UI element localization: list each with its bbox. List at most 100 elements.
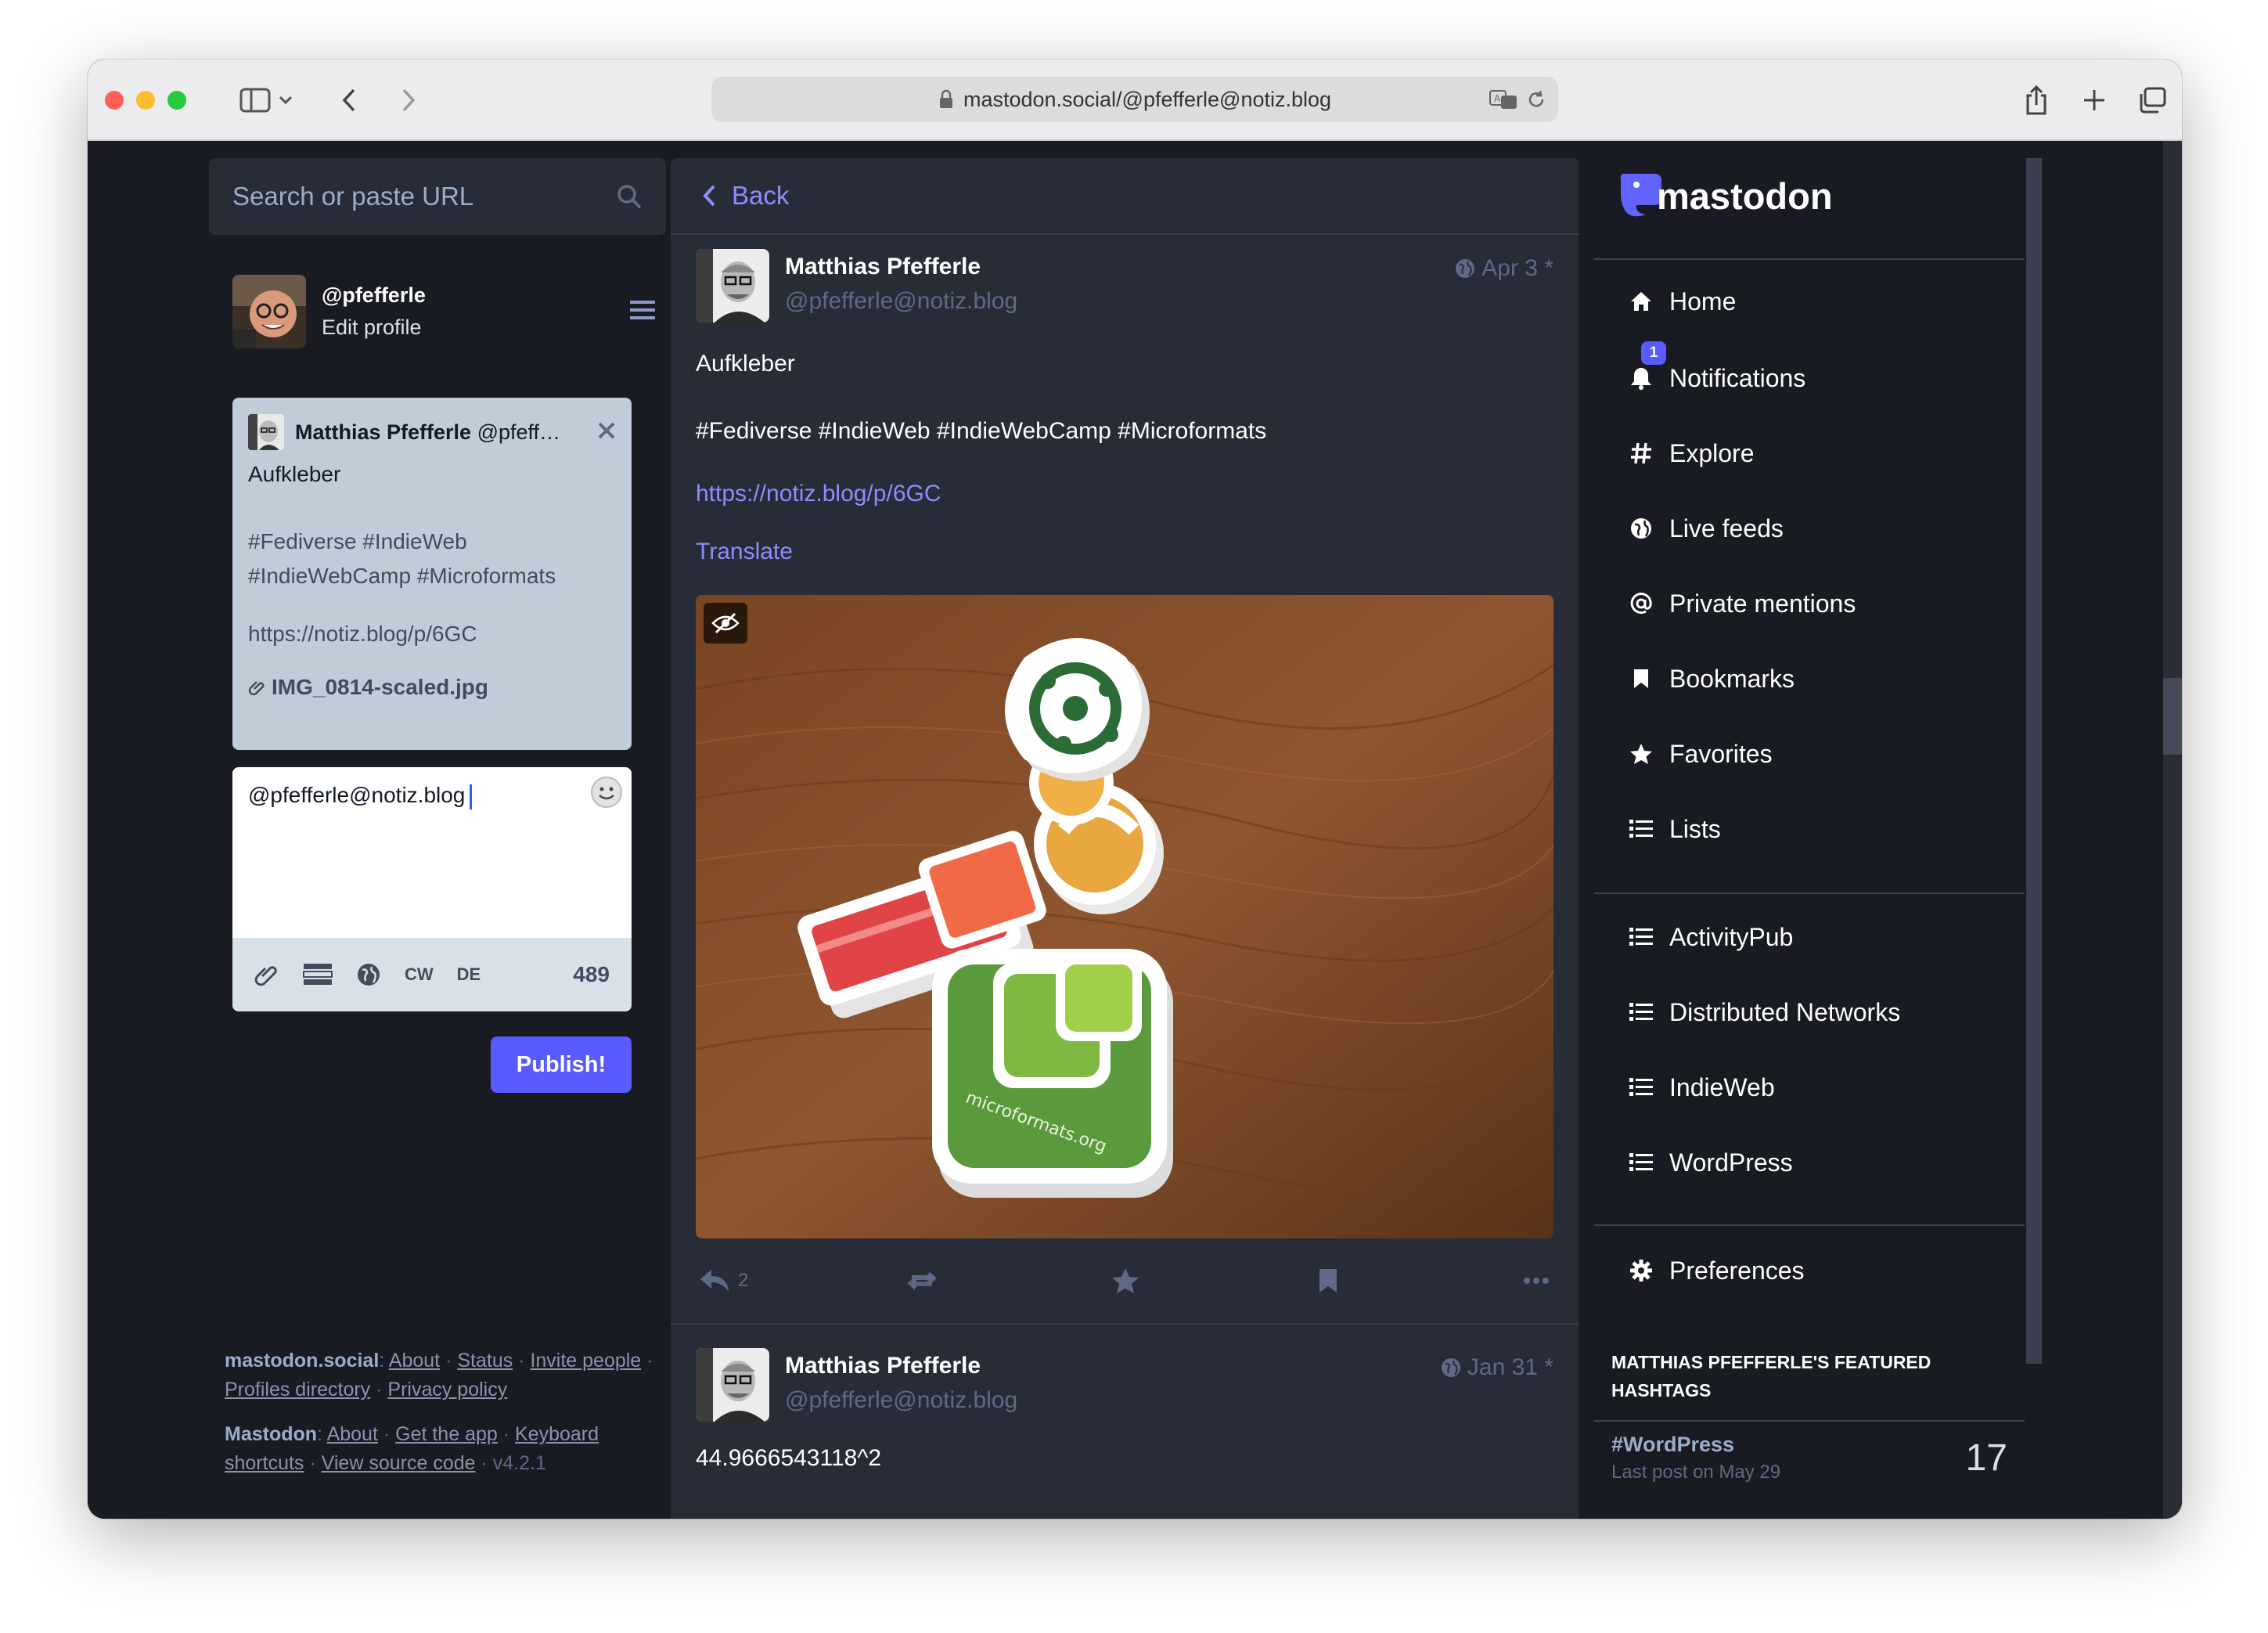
status-link[interactable]: https://notiz.blog/p/6GC: [696, 481, 1553, 507]
address-bar[interactable]: mastodon.social/@pfefferle@notiz.blog A: [711, 77, 1558, 122]
nav-notifications[interactable]: 1 Notifications: [1594, 341, 2025, 406]
nav-home[interactable]: Home: [1594, 274, 2025, 329]
reply-button[interactable]: 2: [699, 1268, 793, 1293]
reply-text: Aufkleber: [248, 462, 341, 486]
compose-form: @pfefferle@notiz.blog CW DE 489: [232, 767, 632, 1011]
share-icon[interactable]: [2018, 81, 2055, 119]
zoom-window-button[interactable]: [167, 91, 186, 110]
minimize-window-button[interactable]: [136, 91, 155, 110]
favorite-button[interactable]: [1111, 1267, 1205, 1294]
footer-get-app-link[interactable]: Get the app: [395, 1423, 498, 1445]
bookmark-icon: [1319, 1269, 1337, 1292]
sidebar-toggle-icon[interactable]: [236, 81, 274, 119]
nav-label: Live feeds: [1669, 514, 1784, 543]
compose-text: @pfefferle@notiz.blog: [248, 783, 466, 807]
nav-lists[interactable]: Lists: [1594, 802, 2025, 856]
reply-hashtags: #Fediverse #IndieWeb #IndieWebCamp #Micr…: [248, 529, 556, 588]
featured-hashtag-item[interactable]: #WordPress Last post on May 29 17: [1594, 1422, 2025, 1494]
tab-overview-icon[interactable]: [2133, 81, 2171, 119]
new-tab-icon[interactable]: [2075, 81, 2113, 119]
account-handle[interactable]: @pfefferle: [322, 283, 630, 308]
star-icon: [1629, 741, 1654, 766]
footer-status-link[interactable]: Status: [457, 1350, 513, 1372]
nav-private-mentions[interactable]: Private mentions: [1594, 576, 2025, 631]
star-icon: [1112, 1268, 1139, 1293]
nav-favorites[interactable]: Favorites: [1594, 726, 2025, 781]
nav-preferences[interactable]: Preferences: [1594, 1243, 2025, 1298]
notification-badge: 1: [1641, 341, 1666, 365]
boost-button[interactable]: [905, 1269, 999, 1292]
status-acct[interactable]: @pfefferle@notiz.blog: [785, 288, 1455, 315]
character-counter: 489: [573, 962, 610, 986]
reply-indicator: Matthias Pfefferle @pfeff… Aufkleber #Fe…: [232, 398, 632, 750]
status-avatar[interactable]: [696, 1348, 769, 1422]
nav-list-wordpress[interactable]: WordPress: [1594, 1135, 2025, 1190]
lock-icon: [939, 89, 952, 108]
status-media-image[interactable]: microformats.org: [696, 595, 1553, 1238]
status-item[interactable]: Matthias Pfefferle @pfefferle@notiz.blog…: [671, 1325, 1579, 1472]
status-timestamp[interactable]: Jan 31 *: [1441, 1348, 1553, 1381]
account-avatar[interactable]: [232, 275, 306, 348]
nav-list-indieweb[interactable]: IndieWeb: [1594, 1060, 2025, 1115]
status-hashtags[interactable]: #Fediverse #IndieWeb #IndieWebCamp #Micr…: [696, 418, 1553, 445]
edit-profile-link[interactable]: Edit profile: [322, 315, 630, 340]
status-display-name[interactable]: Matthias Pfefferle: [785, 1353, 1441, 1379]
publish-button[interactable]: Publish!: [491, 1036, 632, 1093]
status-avatar[interactable]: [696, 249, 769, 323]
nav-label: WordPress: [1669, 1148, 1793, 1177]
menu-icon[interactable]: [630, 299, 655, 325]
content-warning-button[interactable]: CW: [405, 964, 434, 985]
nav-scrollbar[interactable]: [2026, 158, 2042, 1364]
visibility-globe-icon[interactable]: [356, 962, 381, 987]
nav-label: Bookmarks: [1669, 664, 1795, 693]
nav-bookmarks[interactable]: Bookmarks: [1594, 651, 2025, 706]
translate-button[interactable]: Translate: [696, 539, 1553, 565]
reload-icon[interactable]: [1525, 88, 1547, 116]
status-acct[interactable]: @pfefferle@notiz.blog: [785, 1387, 1441, 1414]
reply-count: 2: [738, 1270, 749, 1291]
close-icon[interactable]: [597, 421, 616, 444]
footer-brand: Mastodon: [225, 1423, 318, 1445]
hide-media-eye-slash-icon[interactable]: [704, 603, 747, 643]
list-icon: [1629, 1075, 1654, 1100]
search-input[interactable]: Search or paste URL: [209, 158, 666, 235]
footer-source-code-link[interactable]: View source code: [322, 1452, 476, 1474]
status-display-name[interactable]: Matthias Pfefferle: [785, 254, 1455, 280]
nav-label: Home: [1669, 287, 1737, 315]
status-text: Aufkleber: [696, 351, 795, 377]
more-button[interactable]: [1524, 1277, 1549, 1285]
nav-list-activitypub[interactable]: ActivityPub: [1594, 910, 2025, 964]
footer-mastodon-about-link[interactable]: About: [327, 1423, 378, 1445]
footer-privacy-link[interactable]: Privacy policy: [387, 1379, 507, 1400]
boost-icon: [906, 1271, 937, 1290]
chevron-down-icon[interactable]: [274, 81, 297, 119]
poll-icon[interactable]: [303, 963, 333, 986]
footer-about-link[interactable]: About: [389, 1350, 440, 1372]
nav-explore[interactable]: Explore: [1594, 426, 2025, 481]
emoji-picker-icon[interactable]: [589, 775, 624, 809]
list-icon: [1629, 816, 1654, 842]
footer-profiles-directory-link[interactable]: Profiles directory: [225, 1379, 370, 1400]
footer-version: v4.2.1: [492, 1452, 546, 1474]
status-timestamp[interactable]: Apr 3 *: [1455, 249, 1553, 282]
bookmark-button[interactable]: [1318, 1267, 1412, 1294]
globe-icon: [1456, 259, 1475, 278]
forward-nav-icon[interactable]: [390, 81, 427, 119]
language-button[interactable]: DE: [457, 964, 481, 985]
page-scrollbar[interactable]: [2163, 141, 2182, 1519]
compose-textarea[interactable]: @pfefferle@notiz.blog: [248, 783, 473, 809]
featured-hashtags: MATTHIAS PFEFFERLE'S FEATURED HASHTAGS #…: [1594, 1332, 2025, 1519]
nav-live-feeds[interactable]: Live feeds: [1594, 501, 2025, 556]
translate-page-icon[interactable]: A: [1489, 89, 1517, 115]
mastodon-logo[interactable]: mastodon: [1618, 164, 1833, 227]
nav-list-distributed-networks[interactable]: Distributed Networks: [1594, 985, 2025, 1040]
home-icon: [1629, 289, 1654, 314]
ellipsis-icon: [1524, 1278, 1549, 1284]
attach-media-icon[interactable]: [254, 962, 279, 987]
hashtag-icon: [1629, 441, 1654, 466]
footer-invite-link[interactable]: Invite people: [530, 1350, 641, 1372]
close-window-button[interactable]: [105, 91, 124, 110]
search-icon[interactable]: [616, 183, 643, 210]
back-nav-icon[interactable]: [330, 81, 368, 119]
back-button[interactable]: Back: [671, 158, 1579, 235]
